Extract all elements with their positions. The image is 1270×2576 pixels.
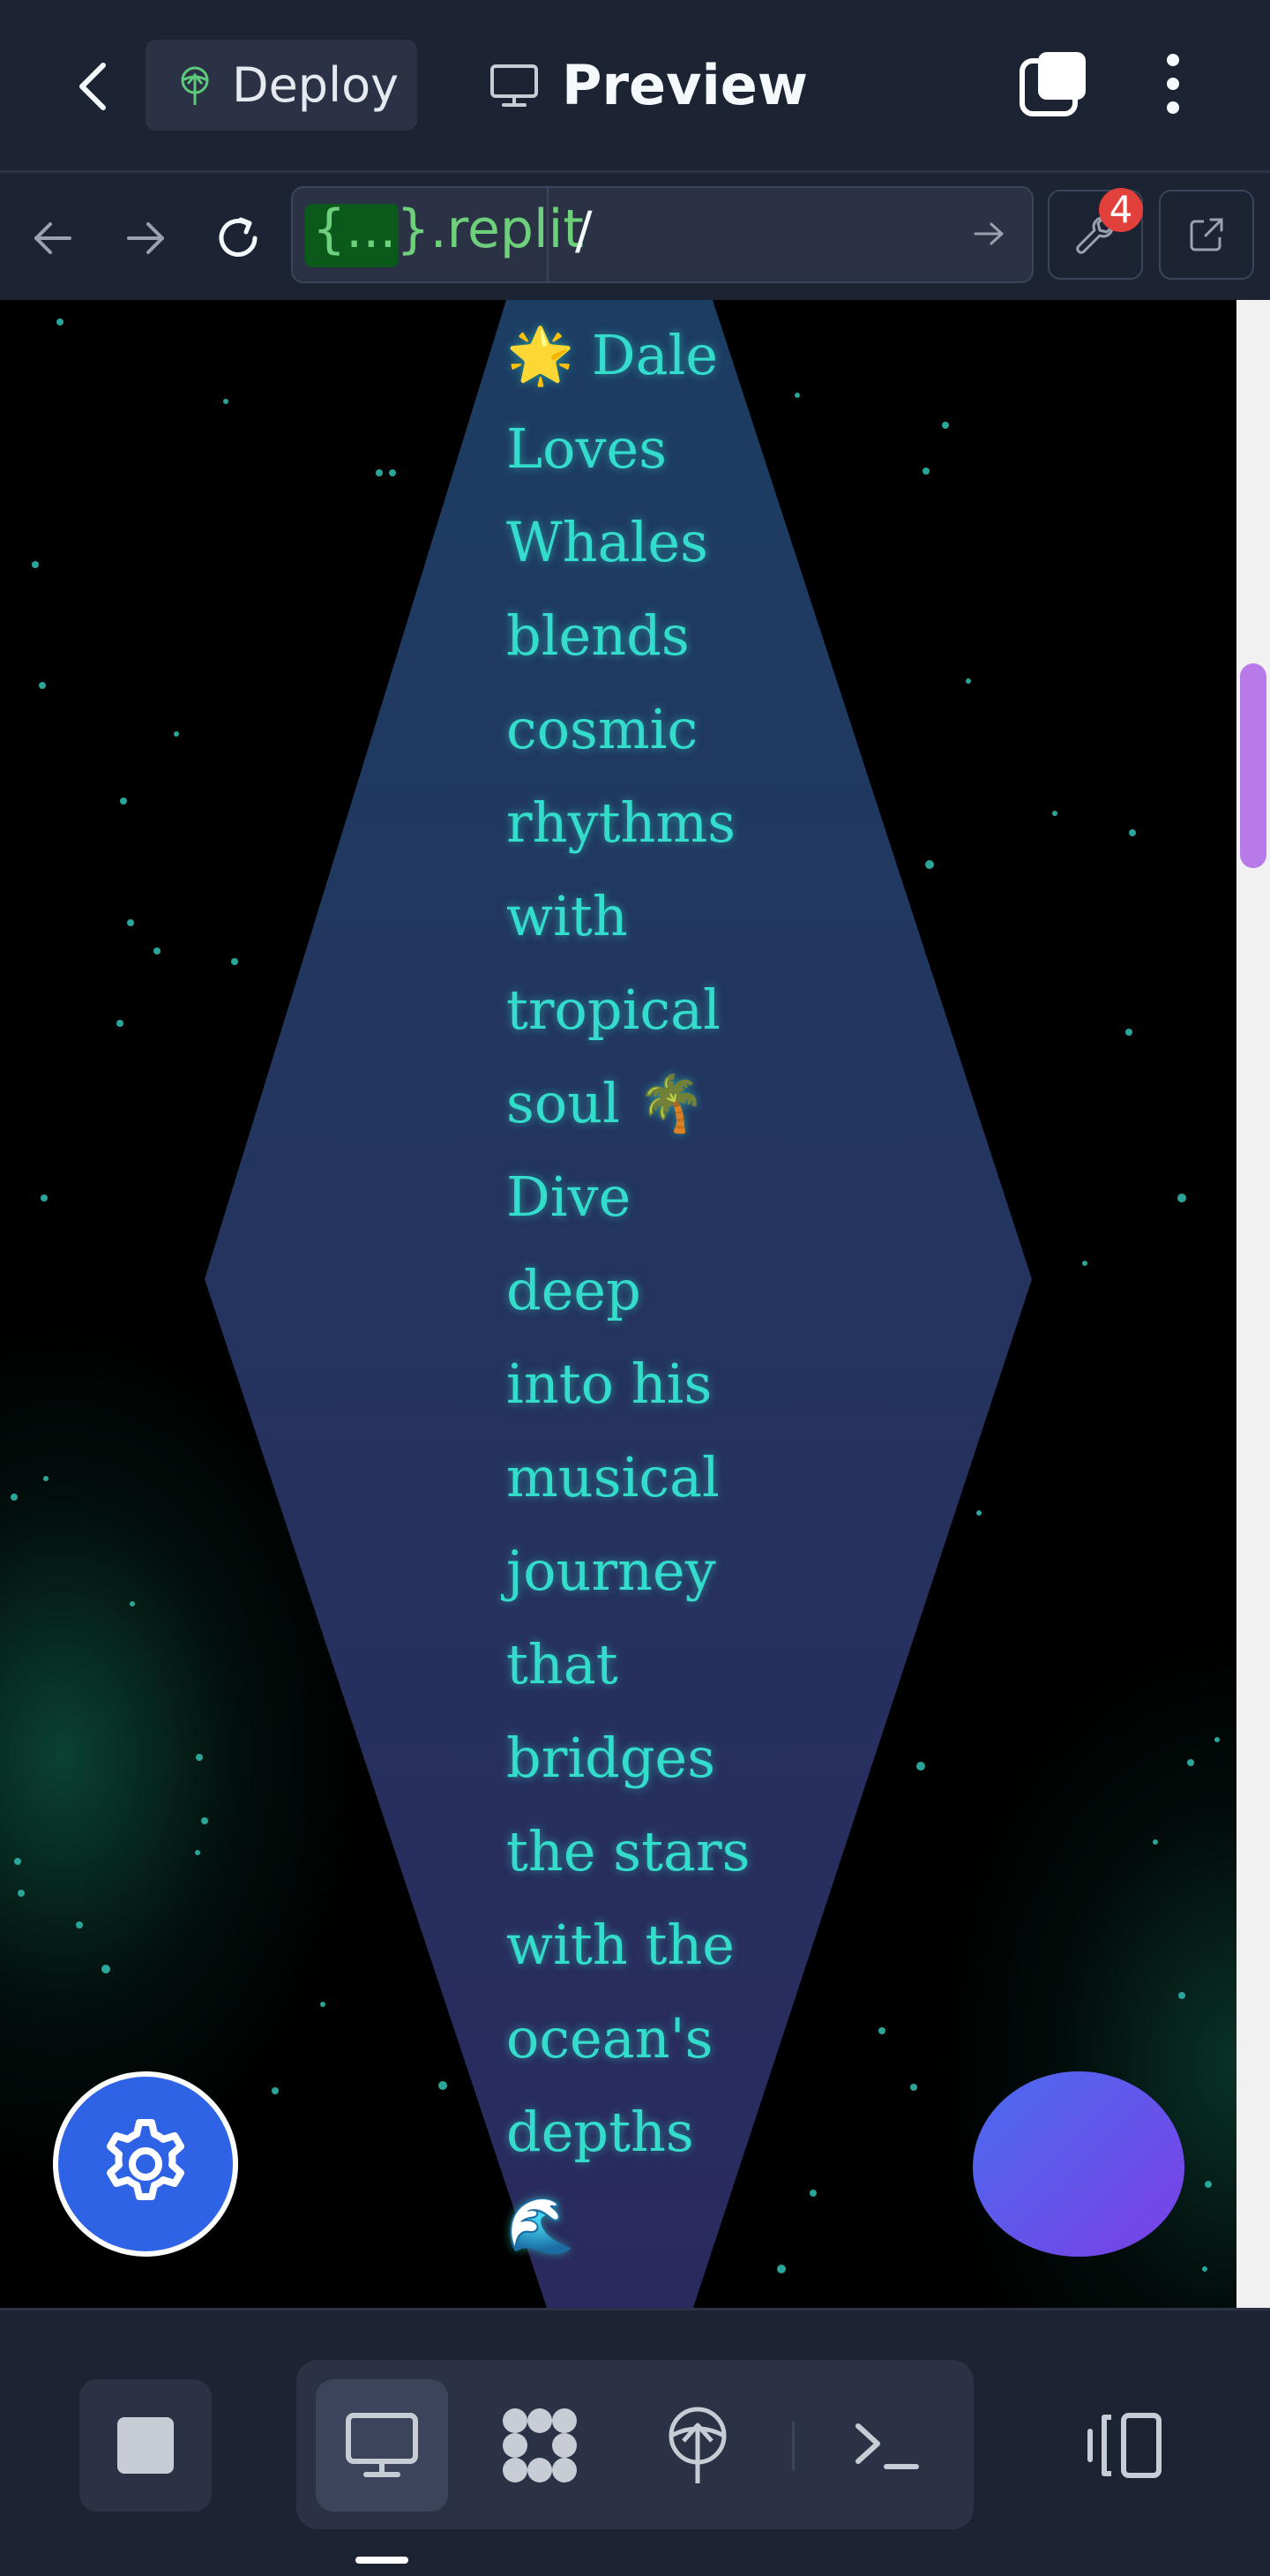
monitor-icon <box>346 2413 418 2477</box>
preview-tab[interactable]: Preview <box>489 40 808 131</box>
url-host-badge-text: {...} <box>312 198 430 260</box>
settings-button[interactable] <box>53 2071 238 2257</box>
arrow-go-icon <box>974 222 1004 245</box>
monitor-icon <box>490 64 538 107</box>
workspace-tool-button[interactable] <box>474 2379 606 2512</box>
tagline-line: deep <box>506 1258 641 1322</box>
more-menu-button[interactable] <box>1147 49 1199 119</box>
external-link-icon <box>1190 218 1223 251</box>
tagline-line: bridges <box>506 1726 716 1790</box>
deploy-button[interactable]: Deploy <box>146 40 417 131</box>
preview-label: Preview <box>562 53 809 117</box>
action-blob-button[interactable] <box>973 2071 1184 2257</box>
deploy-label: Deploy <box>232 57 400 113</box>
terminal-tool-button[interactable] <box>820 2379 952 2512</box>
tagline-line: Loves <box>506 416 668 481</box>
tagline-line: that <box>506 1632 618 1696</box>
gear-icon <box>107 2119 184 2200</box>
url-input[interactable]: {...}.replit / <box>291 186 1034 283</box>
notification-badge: 4 <box>1099 188 1143 232</box>
tagline-line: journey <box>506 1539 716 1603</box>
arrow-left-icon <box>34 222 71 254</box>
open-new-tab-button[interactable] <box>1159 190 1254 280</box>
tagline-line: with the <box>506 1913 735 1977</box>
tabs-icon <box>1020 52 1086 116</box>
url-go-button[interactable] <box>963 207 1016 260</box>
stop-icon <box>117 2417 174 2474</box>
layout-icon <box>1087 2413 1162 2478</box>
tagline-line: rhythms <box>506 790 736 855</box>
tagline-line: ocean's <box>506 2006 713 2071</box>
url-host: {...}.replit <box>312 198 584 260</box>
refresh-icon <box>219 217 258 257</box>
deploy-icon <box>181 66 209 105</box>
tagline-line: blends <box>506 603 690 668</box>
url-path: / <box>575 200 593 260</box>
deploy-icon <box>669 2407 727 2483</box>
tool-separator <box>792 2422 795 2471</box>
tagline-line: 🌊 <box>506 2193 575 2258</box>
chevron-left-icon <box>79 63 106 110</box>
bottom-divider <box>0 2308 1270 2310</box>
tagline-line: with <box>506 884 628 948</box>
tabs-button[interactable] <box>1019 49 1089 119</box>
tagline-line: Dive <box>506 1164 631 1229</box>
preview-webview: 🌟 Dale Loves Whales blends cosmic rhythm… <box>0 300 1236 2308</box>
workspace-icon <box>503 2408 577 2482</box>
tagline-line: Whales <box>506 510 708 574</box>
tagline-line: depths <box>506 2100 694 2164</box>
tagline-line: the stars <box>506 1819 751 1883</box>
url-divider <box>547 188 549 281</box>
tagline-line: musical <box>506 1445 720 1509</box>
stop-button[interactable] <box>79 2379 212 2512</box>
url-host-suffix: .replit <box>430 198 584 260</box>
nav-forward-button[interactable] <box>115 207 176 269</box>
scrollbar-track[interactable] <box>1236 300 1270 2308</box>
preview-tool-button[interactable] <box>316 2379 448 2512</box>
reload-button[interactable] <box>207 207 269 269</box>
nav-back-button[interactable] <box>22 207 84 269</box>
tagline-line: into his <box>506 1352 713 1416</box>
tagline-line: 🌟 Dale <box>506 323 719 387</box>
tagline-line: soul 🌴 <box>506 1071 706 1135</box>
tagline-text: 🌟 Dale Loves Whales blends cosmic rhythm… <box>506 309 771 2273</box>
kebab-menu-icon <box>1167 54 1179 114</box>
scrollbar-thumb[interactable] <box>1240 663 1266 868</box>
deploy-tool-button[interactable] <box>631 2379 764 2512</box>
layout-toggle-button[interactable] <box>1058 2379 1191 2512</box>
home-indicator <box>355 2557 408 2564</box>
back-button[interactable] <box>62 51 123 122</box>
arrow-right-icon <box>127 222 164 254</box>
tagline-line: cosmic <box>506 697 698 761</box>
tagline-line: tropical <box>506 977 721 1042</box>
terminal-icon <box>855 2423 919 2469</box>
